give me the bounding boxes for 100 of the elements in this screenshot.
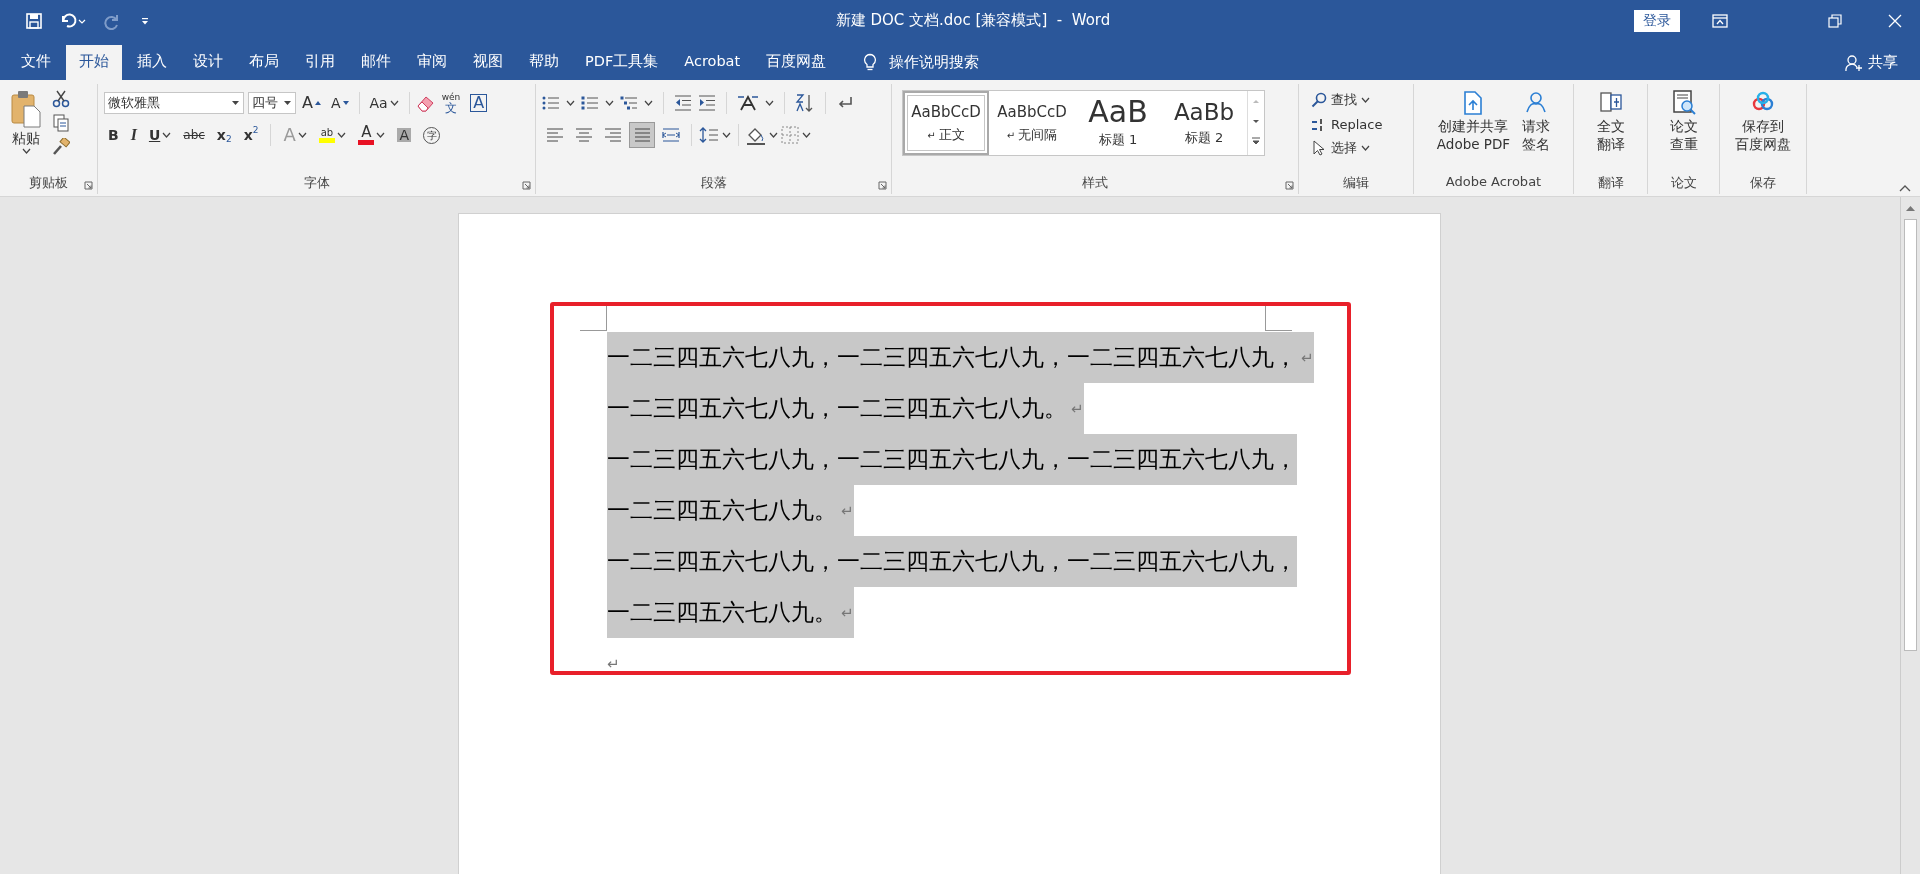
ribbon-tab[interactable]: 布局 [236,45,292,80]
caret-icon[interactable] [162,132,172,138]
caret-icon[interactable] [337,132,347,138]
crop-mark [580,304,607,331]
character-border-button[interactable]: A [466,90,492,116]
italic-button[interactable]: I [126,122,141,148]
increase-indent-icon[interactable] [698,95,716,111]
caret-icon [284,100,291,106]
group-label: 保存 [1749,174,1777,192]
ribbon-tab[interactable]: 审阅 [404,45,460,80]
align-lines-icon [546,127,564,143]
caret-icon[interactable] [297,132,307,138]
enclose-characters-button[interactable]: 字 [419,122,445,148]
underline-button[interactable]: U [144,122,176,148]
grow-font-button[interactable]: A [298,90,325,116]
ribbon-tab[interactable]: 百度网盘 [753,45,840,80]
paragraph-mark-line: ↵ [607,653,620,675]
sort-icon[interactable] [795,93,815,113]
caret-icon[interactable] [769,132,778,138]
caret-icon[interactable] [566,100,575,106]
vertical-scrollbar[interactable] [1900,197,1920,874]
group-label: 字体 [302,174,331,192]
shrink-font-button[interactable]: A [326,90,353,116]
collapse-ribbon-icon[interactable] [1899,184,1911,192]
paste-button[interactable]: 粘贴 [6,88,46,156]
group-label: Adobe Acrobat [1444,174,1543,191]
paintbrush-icon[interactable] [52,138,70,156]
caret-icon[interactable] [21,148,31,154]
font-name-field[interactable]: 微软雅黑 [104,92,244,114]
caret-icon[interactable] [605,100,614,106]
bullet-list-icon[interactable] [542,95,560,111]
window-title: 新建 DOC 文档.doc [兼容模式] - Word [834,11,1112,30]
text-direction-icon[interactable] [737,94,759,112]
customize-icon[interactable] [140,15,150,26]
share-button[interactable]: 共享 [1845,45,1898,80]
ribbon-display-icon[interactable] [1712,13,1728,28]
create-pdf-button[interactable]: 创建并共享 Adobe PDF [1430,88,1517,154]
phonetic-guide-button[interactable]: wén 文 [437,90,465,116]
caret-icon[interactable] [376,132,386,138]
undo-icon[interactable] [60,12,86,29]
highlight-button[interactable]: ab [314,122,351,148]
group-label: 论文 [1669,174,1698,192]
save-to-cloud-button[interactable]: 保存到 百度网盘 [1729,88,1797,154]
caret-icon[interactable] [1361,97,1370,103]
lightbulb-icon[interactable] [863,52,878,73]
ribbon-tab[interactable]: 邮件 [348,45,404,80]
document-magnifier-icon [1671,90,1696,116]
find-button[interactable]: 查找 [1305,88,1387,112]
ribbon-tab[interactable]: PDF工具集 [572,45,672,80]
caret-icon[interactable] [1361,145,1370,151]
caret-icon[interactable] [802,132,811,138]
ribbon-tab[interactable]: 开始 [66,45,122,80]
ribbon-tab[interactable]: 插入 [124,45,180,80]
search-icon [1311,92,1327,108]
dialog-launcher-icon[interactable] [878,181,887,190]
pointer-icon [1311,140,1327,156]
dialog-launcher-icon[interactable] [1285,181,1294,190]
character-shading-button[interactable]: A [393,122,416,148]
ribbon-tab[interactable]: 设计 [180,45,236,80]
dialog-launcher-icon[interactable] [84,181,93,190]
ribbon-tab[interactable]: 文件 [8,45,64,80]
save-icon[interactable] [26,12,42,29]
caret-icon[interactable] [389,100,399,106]
group-label: 剪贴板 [28,174,69,192]
distributed-lines-icon [662,127,680,143]
select-button[interactable]: 选择 [1305,136,1387,160]
strikethrough-button[interactable]: abc [179,122,209,148]
font-size-field[interactable]: 四号 [248,92,296,114]
caret-icon[interactable] [722,132,731,138]
group-label: 翻译 [1596,174,1625,192]
replace-button[interactable]: Replace [1305,112,1387,136]
copy-icon[interactable] [52,114,70,132]
style-gallery-item[interactable]: AaBbCcD ↵ 正文 [903,91,989,155]
bold-button[interactable]: B [104,122,123,148]
clipboard-icon [10,90,42,128]
restore-icon[interactable] [1828,13,1842,28]
font-color-button[interactable]: A [354,122,390,148]
translate-button[interactable]: 全文 翻译 [1590,88,1631,154]
decrease-indent-icon[interactable] [674,95,692,111]
close-icon[interactable] [1888,13,1902,28]
request-signature-button[interactable]: 请求 签名 [1516,88,1557,154]
dialog-launcher-icon[interactable] [522,181,531,190]
ribbon-tab[interactable]: Acrobat [671,45,754,80]
align-lines-icon [634,127,650,143]
numbered-list-icon[interactable] [581,95,599,111]
caret-icon[interactable] [765,100,774,106]
tell-me-search[interactable]: 操作说明搜索 [889,53,980,72]
multilevel-list-icon[interactable] [620,95,638,111]
scissors-icon[interactable] [52,90,70,108]
ribbon-tab[interactable]: 引用 [292,45,348,80]
sign-in-button[interactable]: 登录 [1634,9,1680,32]
align-lines-icon [604,127,622,143]
line-spacing-icon[interactable] [699,126,719,144]
plagiarism-check-button[interactable]: 论文 查重 [1663,88,1704,154]
ribbon-tab[interactable]: 帮助 [516,45,572,80]
ribbon-tab[interactable]: 视图 [460,45,516,80]
up-triangle-icon [314,101,321,105]
caret-icon[interactable] [644,100,653,106]
change-case-button[interactable]: Aa [365,90,403,116]
crop-mark [1265,304,1292,331]
